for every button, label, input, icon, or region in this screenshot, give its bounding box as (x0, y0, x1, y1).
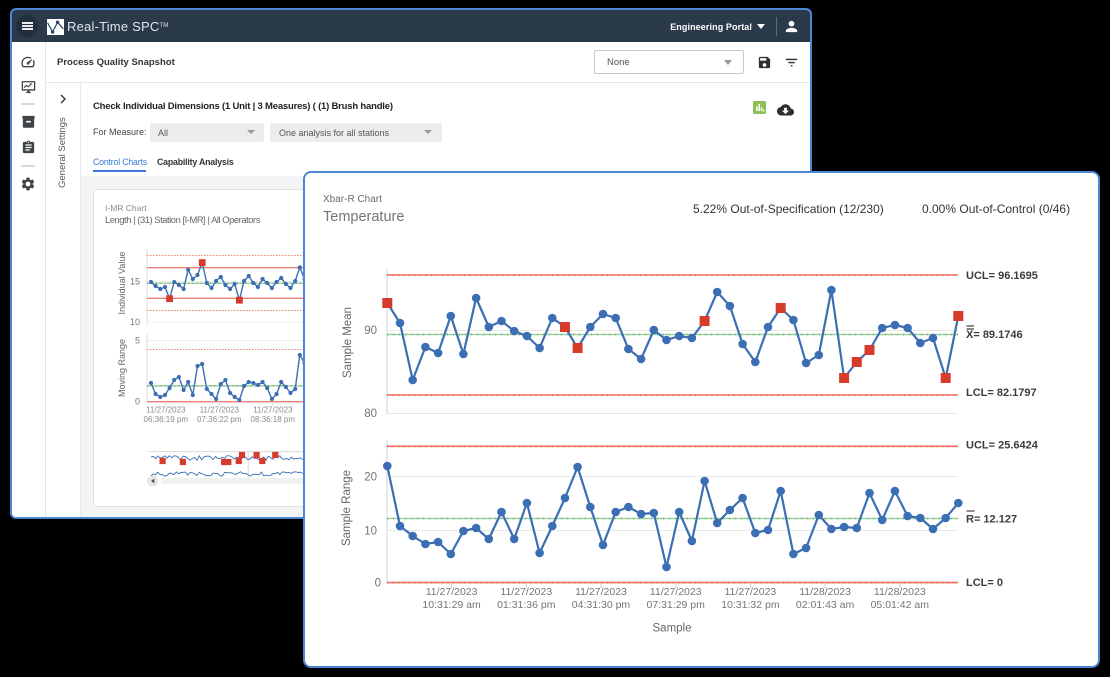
svg-text:5: 5 (135, 336, 140, 346)
svg-text:10: 10 (364, 526, 377, 538)
svg-text:11/27/2023: 11/27/2023 (725, 586, 777, 598)
svg-text:Moving Range: Moving Range (117, 339, 127, 397)
svg-text:0: 0 (375, 578, 381, 590)
svg-text:11/28/2023: 11/28/2023 (799, 586, 851, 598)
svg-text:11/28/2023: 11/28/2023 (874, 586, 926, 598)
svg-text:11/27/2023: 11/27/2023 (146, 406, 186, 415)
svg-text:08:36:18 pm: 08:36:18 pm (251, 415, 296, 424)
svg-text:Sample: Sample (653, 623, 692, 635)
svg-text:LCL= 0: LCL= 0 (966, 577, 1003, 589)
svg-text:LCL= 82.1797: LCL= 82.1797 (966, 387, 1037, 399)
svg-text:02:01:43 am: 02:01:43 am (796, 599, 855, 611)
svg-text:15: 15 (130, 277, 140, 287)
svg-text:UCL= 96.1695: UCL= 96.1695 (966, 270, 1038, 282)
svg-text:11/27/2023: 11/27/2023 (253, 406, 293, 415)
svg-text:Individual Value: Individual Value (117, 252, 127, 315)
svg-text:20: 20 (364, 472, 377, 484)
svg-text:01:31:36 pm: 01:31:36 pm (497, 599, 556, 611)
svg-text:UCL= 25.6424: UCL= 25.6424 (966, 440, 1039, 452)
svg-text:05:01:42 am: 05:01:42 am (871, 599, 930, 611)
svg-text:11/27/2023: 11/27/2023 (500, 586, 552, 598)
svg-text:Sample Range: Sample Range (341, 470, 353, 546)
svg-text:07:31:29 pm: 07:31:29 pm (647, 599, 706, 611)
svg-text:R= 12.127: R= 12.127 (966, 514, 1017, 526)
svg-text:11/27/2023: 11/27/2023 (575, 586, 627, 598)
svg-text:X= 89.1746: X= 89.1746 (966, 329, 1023, 341)
svg-text:Sample Mean: Sample Mean (342, 307, 354, 378)
svg-text:80: 80 (364, 408, 377, 420)
svg-text:90: 90 (364, 325, 377, 337)
svg-text:10:31:29 am: 10:31:29 am (422, 599, 481, 611)
svg-text:10: 10 (130, 317, 140, 327)
svg-text:06:36:19 pm: 06:36:19 pm (144, 415, 189, 424)
svg-text:11/27/2023: 11/27/2023 (426, 586, 478, 598)
svg-text:07:36:22 pm: 07:36:22 pm (197, 415, 242, 424)
svg-text:10:31:32 pm: 10:31:32 pm (721, 599, 780, 611)
svg-text:11/27/2023: 11/27/2023 (200, 406, 240, 415)
svg-text:04:31:30 pm: 04:31:30 pm (572, 599, 631, 611)
svg-text:11/27/2023: 11/27/2023 (650, 586, 702, 598)
svg-text:0: 0 (135, 397, 140, 407)
